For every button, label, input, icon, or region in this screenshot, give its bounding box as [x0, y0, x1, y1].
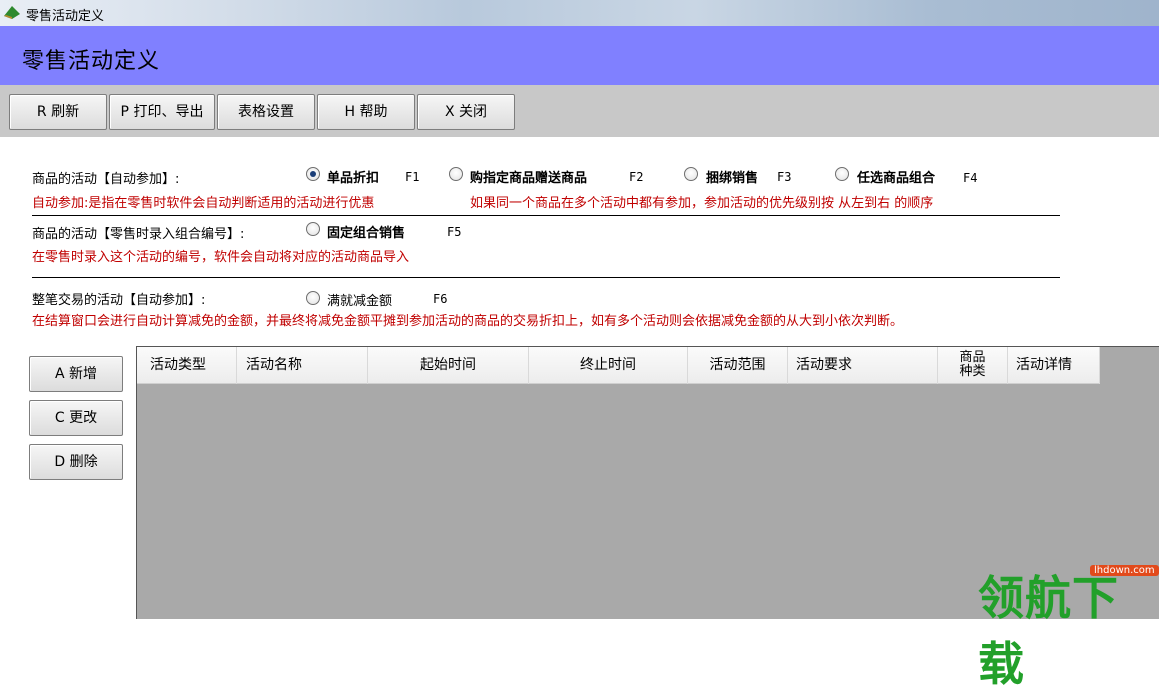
col-goods-kind-line2: 种类: [959, 364, 986, 379]
edit-button[interactable]: C 更改: [29, 400, 123, 436]
gift-goods-label[interactable]: 购指定商品赠送商品: [470, 167, 587, 186]
bundle-sale-hotkey: F3: [777, 170, 792, 184]
add-button[interactable]: A 新增: [29, 356, 123, 392]
fixed-combo-label[interactable]: 固定组合销售: [327, 222, 405, 241]
col-activity-detail[interactable]: 活动详情: [1008, 347, 1100, 384]
toolbar: R 刷新 P 打印、导出 表格设置 H 帮助 X 关闭: [0, 85, 1159, 137]
divider: [32, 277, 1060, 278]
watermark-url: lhdown.com: [1090, 565, 1159, 576]
code-note: 在零售时录入这个活动的编号，软件会自动将对应的活动商品导入: [32, 250, 410, 265]
any-combo-hotkey: F4: [963, 171, 978, 185]
page-header: 零售活动定义: [0, 26, 1159, 85]
priority-note: 如果同一个商品在多个活动中都有参加，参加活动的优先级别按 从左到右 的顺序: [470, 196, 934, 211]
auto-note: 自动参加:是指在零售时软件会自动判断适用的活动进行优惠: [32, 196, 375, 211]
trade-activity-label: 整笔交易的活动【自动参加】:: [32, 293, 206, 308]
single-discount-radio[interactable]: [306, 167, 320, 181]
bundle-sale-label[interactable]: 捆绑销售: [706, 167, 758, 186]
col-goods-kind[interactable]: 商品 种类: [938, 347, 1008, 384]
any-combo-radio[interactable]: [835, 167, 849, 181]
window-title: 零售活动定义: [26, 9, 105, 24]
delete-button[interactable]: D 删除: [29, 444, 123, 480]
close-button[interactable]: X 关闭: [417, 94, 515, 130]
full-reduction-label[interactable]: 满就减金额: [327, 290, 392, 309]
col-end-time[interactable]: 终止时间: [529, 347, 688, 384]
col-activity-scope[interactable]: 活动范围: [688, 347, 788, 384]
divider: [32, 215, 1060, 216]
table-header: 活动类型 活动名称 起始时间 终止时间 活动范围 活动要求 商品 种类 活动详情: [137, 347, 1100, 384]
gift-goods-hotkey: F2: [629, 170, 644, 184]
auto-activity-label: 商品的活动【自动参加】:: [32, 172, 180, 187]
bundle-sale-radio[interactable]: [684, 167, 698, 181]
full-reduction-hotkey: F6: [433, 292, 448, 306]
single-discount-hotkey: F1: [405, 170, 420, 184]
fixed-combo-radio[interactable]: [306, 222, 320, 236]
gift-goods-radio[interactable]: [449, 167, 463, 181]
col-activity-name[interactable]: 活动名称: [237, 347, 368, 384]
col-goods-kind-line1: 商品: [959, 350, 986, 365]
window-titlebar: 零售活动定义: [0, 0, 1159, 26]
app-icon: [4, 6, 20, 19]
help-button[interactable]: H 帮助: [317, 94, 415, 130]
refresh-button[interactable]: R 刷新: [9, 94, 107, 130]
table-settings-button[interactable]: 表格设置: [217, 94, 315, 130]
full-reduction-radio[interactable]: [306, 291, 320, 305]
fixed-combo-hotkey: F5: [447, 225, 462, 239]
col-activity-requirement[interactable]: 活动要求: [788, 347, 938, 384]
print-export-button[interactable]: P 打印、导出: [109, 94, 215, 130]
single-discount-label[interactable]: 单品折扣: [327, 167, 379, 186]
trade-note: 在结算窗口会进行自动计算减免的金额，并最终将减免金额平摊到参加活动的商品的交易折…: [32, 314, 904, 329]
code-activity-label: 商品的活动【零售时录入组合编号】:: [32, 227, 245, 242]
watermark-logo: 领航下载: [978, 571, 1119, 691]
col-activity-type[interactable]: 活动类型: [137, 347, 237, 384]
page-title: 零售活动定义: [22, 49, 161, 74]
col-start-time[interactable]: 起始时间: [368, 347, 529, 384]
any-combo-label[interactable]: 任选商品组合: [857, 167, 935, 186]
